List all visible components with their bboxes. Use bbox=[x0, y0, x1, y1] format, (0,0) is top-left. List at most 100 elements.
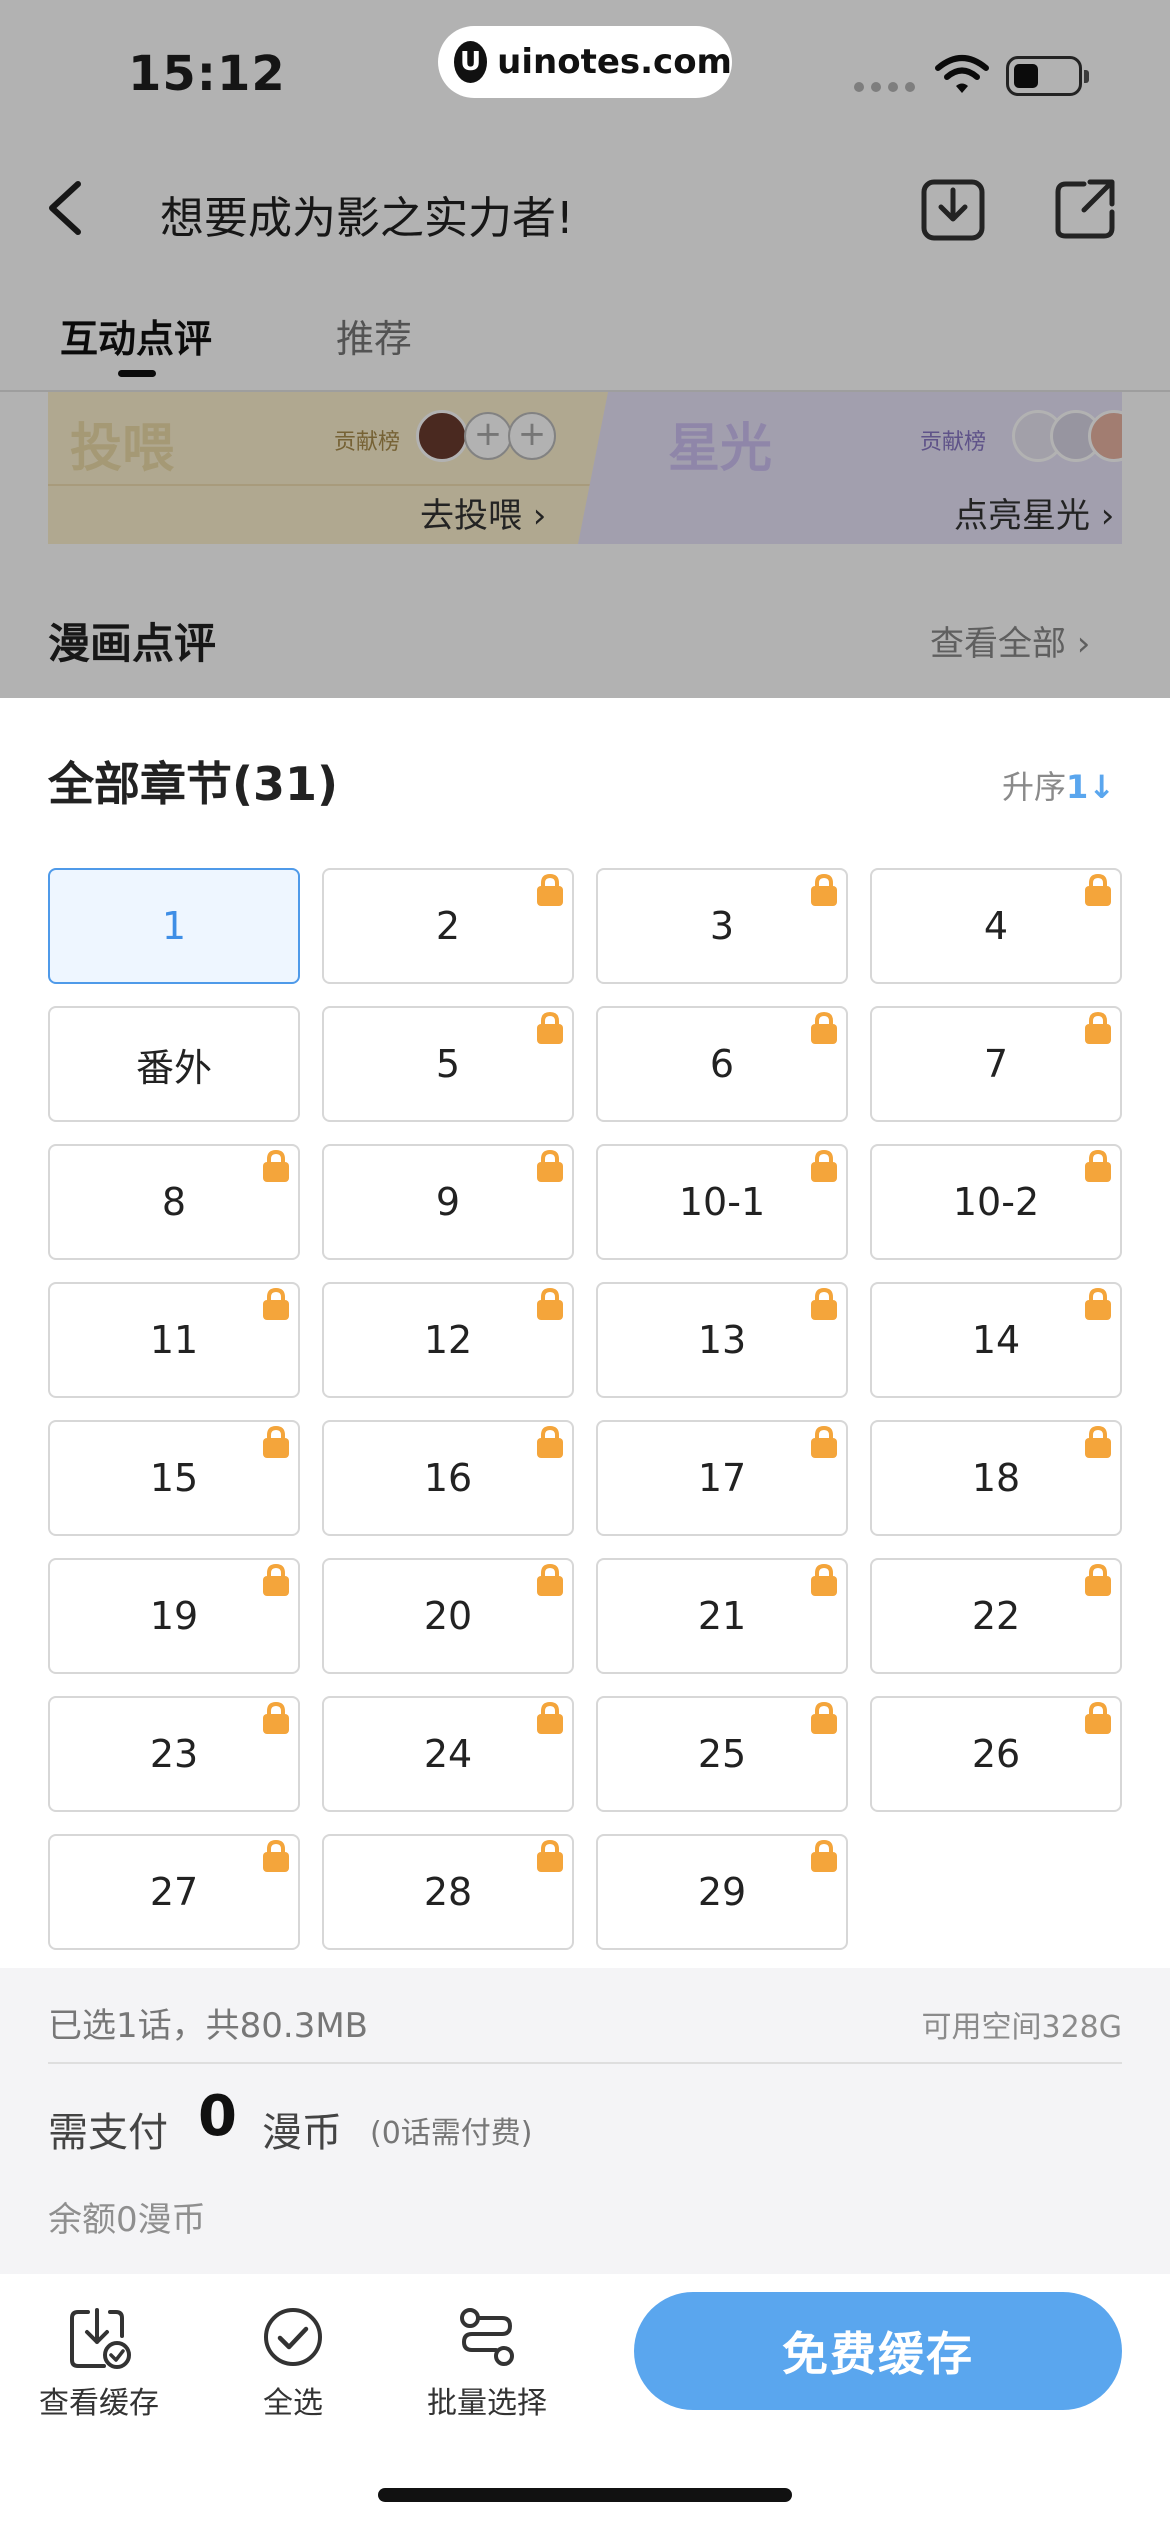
pay-note: (0话需付费) bbox=[370, 2116, 533, 2151]
lock-icon bbox=[534, 1562, 566, 1596]
chapter-cell[interactable]: 10-1 bbox=[596, 1144, 848, 1260]
chapter-sheet: 全部章节(31) 升序1↓ 1 2 3 4 番外 5 6 7 8 9 10-1 10-2 11 12 13 1… bbox=[0, 698, 1170, 2532]
chapter-label: 2 bbox=[435, 904, 461, 948]
watermark-badge: U uinotes.com bbox=[438, 26, 732, 98]
chapter-cell[interactable]: 2 bbox=[322, 868, 574, 984]
chapter-cell[interactable]: 28 bbox=[322, 1834, 574, 1950]
lock-icon bbox=[534, 1286, 566, 1320]
lock-icon bbox=[534, 1148, 566, 1182]
chapter-label: 9 bbox=[435, 1180, 461, 1224]
select-all-button[interactable]: 全选 bbox=[208, 2302, 378, 2422]
chapter-cell[interactable]: 1 bbox=[48, 868, 300, 984]
lock-icon bbox=[1082, 1562, 1114, 1596]
chapter-label: 16 bbox=[423, 1456, 473, 1500]
available-space: 可用空间328G bbox=[921, 2010, 1122, 2045]
lock-icon bbox=[534, 1424, 566, 1458]
lock-icon bbox=[1082, 1010, 1114, 1044]
chapter-label: 26 bbox=[971, 1732, 1021, 1776]
chapter-cell[interactable]: 16 bbox=[322, 1420, 574, 1536]
chapter-label: 29 bbox=[697, 1870, 747, 1914]
check-circle-icon bbox=[264, 2308, 322, 2366]
chapter-label: 18 bbox=[971, 1456, 1021, 1500]
chapter-cell[interactable]: 19 bbox=[48, 1558, 300, 1674]
lock-icon bbox=[808, 1010, 840, 1044]
chapter-cell[interactable]: 25 bbox=[596, 1696, 848, 1812]
select-all-label: 全选 bbox=[263, 2386, 323, 2421]
chapter-cell[interactable]: 7 bbox=[870, 1006, 1122, 1122]
cache-download-icon bbox=[70, 2308, 131, 2369]
chapter-cell[interactable]: 6 bbox=[596, 1006, 848, 1122]
pay-label: 需支付 bbox=[48, 2110, 168, 2156]
lock-icon bbox=[1082, 1286, 1114, 1320]
chapter-cell[interactable]: 29 bbox=[596, 1834, 848, 1950]
lock-icon bbox=[1082, 1148, 1114, 1182]
lock-icon bbox=[260, 1424, 292, 1458]
chapter-cell[interactable]: 22 bbox=[870, 1558, 1122, 1674]
chapter-cell[interactable]: 15 bbox=[48, 1420, 300, 1536]
chapter-label: 19 bbox=[149, 1594, 199, 1638]
dim-overlay[interactable] bbox=[0, 0, 1170, 698]
chapter-label: 17 bbox=[697, 1456, 747, 1500]
free-cache-button[interactable]: 免费缓存 bbox=[634, 2292, 1122, 2410]
chapter-cell[interactable]: 9 bbox=[322, 1144, 574, 1260]
chapter-cell[interactable]: 24 bbox=[322, 1696, 574, 1812]
lock-icon bbox=[808, 1838, 840, 1872]
chapter-cell[interactable]: 13 bbox=[596, 1282, 848, 1398]
chapter-label: 10-1 bbox=[678, 1180, 766, 1224]
lock-icon bbox=[808, 1700, 840, 1734]
chapter-cell[interactable]: 11 bbox=[48, 1282, 300, 1398]
chapter-label: 10-2 bbox=[952, 1180, 1040, 1224]
lock-icon bbox=[1082, 1700, 1114, 1734]
chapter-cell[interactable]: 4 bbox=[870, 868, 1122, 984]
batch-select-button[interactable]: 批量选择 bbox=[402, 2302, 572, 2422]
lock-icon bbox=[1082, 1424, 1114, 1458]
lock-icon bbox=[260, 1838, 292, 1872]
chapter-cell[interactable]: 3 bbox=[596, 868, 848, 984]
lock-icon bbox=[1082, 872, 1114, 906]
chapter-cell[interactable]: 23 bbox=[48, 1696, 300, 1812]
balance: 余额0漫币 bbox=[48, 2200, 206, 2240]
chapter-label: 1 bbox=[161, 904, 187, 948]
chapter-cell[interactable]: 26 bbox=[870, 1696, 1122, 1812]
chapter-cell[interactable]: 21 bbox=[596, 1558, 848, 1674]
chapter-label: 番外 bbox=[135, 1045, 212, 1090]
lock-icon bbox=[808, 1286, 840, 1320]
chapter-cell[interactable]: 18 bbox=[870, 1420, 1122, 1536]
lock-icon bbox=[808, 872, 840, 906]
home-indicator bbox=[378, 2488, 792, 2502]
chapter-cell[interactable]: 27 bbox=[48, 1834, 300, 1950]
chapter-cell[interactable]: 20 bbox=[322, 1558, 574, 1674]
lock-icon bbox=[260, 1286, 292, 1320]
chapter-cell[interactable]: 12 bbox=[322, 1282, 574, 1398]
sort-order-icon: 1↓ bbox=[1066, 768, 1116, 806]
lock-icon bbox=[808, 1424, 840, 1458]
divider bbox=[48, 2062, 1122, 2064]
lock-icon bbox=[808, 1148, 840, 1182]
selected-count: 已选1话，共80.3MB bbox=[48, 2006, 368, 2046]
chapter-label: 13 bbox=[697, 1318, 747, 1362]
watermark-text: uinotes.com bbox=[497, 42, 732, 82]
chapter-label: 15 bbox=[149, 1456, 199, 1500]
view-cache-button[interactable]: 查看缓存 bbox=[14, 2302, 184, 2422]
chapter-label: 14 bbox=[971, 1318, 1021, 1362]
sort-toggle[interactable]: 升序1↓ bbox=[1002, 762, 1115, 808]
chapter-label: 21 bbox=[697, 1594, 747, 1638]
lock-icon bbox=[534, 1838, 566, 1872]
chapter-cell[interactable]: 10-2 bbox=[870, 1144, 1122, 1260]
chapter-cell[interactable]: 17 bbox=[596, 1420, 848, 1536]
chapter-label: 5 bbox=[435, 1042, 461, 1086]
pay-amount: 0 bbox=[198, 2084, 237, 2149]
chapter-label: 20 bbox=[423, 1594, 473, 1638]
selection-summary: 已选1话，共80.3MB 可用空间328G 需支付 0 漫币 (0话需付费) 余… bbox=[0, 1968, 1170, 2274]
chapter-label: 27 bbox=[149, 1870, 199, 1914]
watermark-logo-icon: U bbox=[454, 41, 488, 83]
chapter-cell[interactable]: 5 bbox=[322, 1006, 574, 1122]
chapter-label: 28 bbox=[423, 1870, 473, 1914]
sheet-title: 全部章节(31) bbox=[48, 757, 339, 811]
chapter-cell[interactable]: 番外 bbox=[48, 1006, 300, 1122]
chapter-cell[interactable]: 14 bbox=[870, 1282, 1122, 1398]
chapter-label: 6 bbox=[709, 1042, 735, 1086]
lock-icon bbox=[260, 1700, 292, 1734]
chapter-cell[interactable]: 8 bbox=[48, 1144, 300, 1260]
chapter-label: 7 bbox=[983, 1042, 1009, 1086]
